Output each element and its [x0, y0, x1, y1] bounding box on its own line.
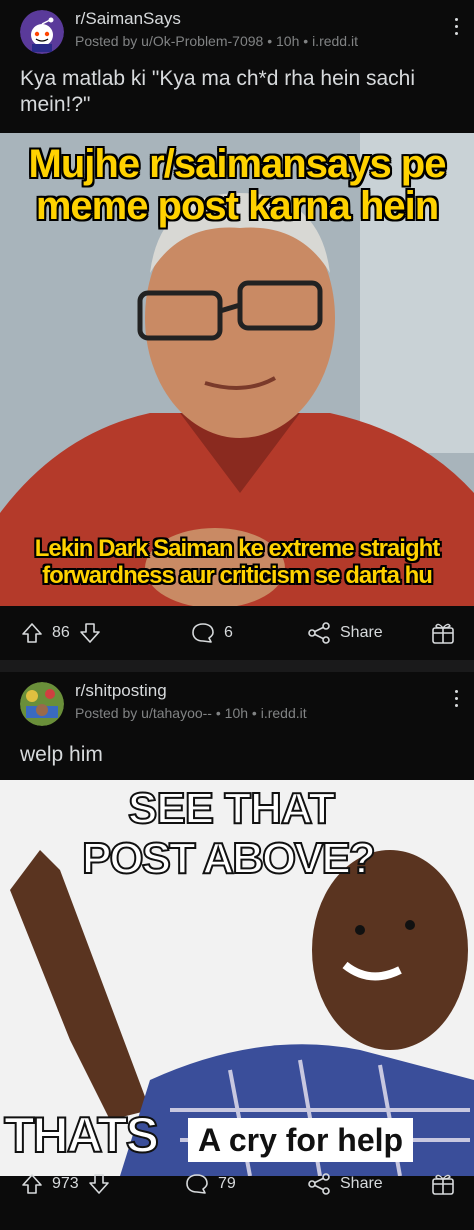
vote-group: 86 — [20, 606, 102, 660]
post-meta: Posted by u/tahayoo-- • 10h • i.redd.it — [75, 705, 307, 721]
meme-bottom-left: THATS — [3, 1106, 160, 1164]
post-title[interactable]: welp him — [20, 742, 103, 768]
award-icon — [430, 620, 456, 646]
meta-separator: • — [303, 33, 313, 49]
meta-separator: • — [267, 33, 277, 49]
post-card[interactable]: r/SaimanSays Posted by u/Ok-Problem-7098… — [0, 0, 474, 660]
subreddit-name[interactable]: r/SaimanSays — [75, 9, 181, 29]
vote-count: 973 — [52, 1175, 79, 1192]
share-icon — [306, 1172, 332, 1196]
meme-top-line2: POST ABOVE? — [81, 833, 377, 884]
comment-button[interactable]: 79 — [184, 1157, 236, 1211]
upvote-icon[interactable] — [20, 1172, 44, 1196]
meta-separator: • — [251, 705, 261, 721]
meme-top-line1: SEE THAT — [127, 783, 336, 834]
upvote-icon[interactable] — [20, 621, 44, 645]
award-button[interactable] — [430, 1157, 456, 1211]
post-author[interactable]: Posted by u/tahayoo-- — [75, 705, 212, 721]
post-header: r/shitposting Posted by u/tahayoo-- • 10… — [0, 672, 474, 728]
comment-icon — [184, 1172, 210, 1196]
vote-group: 973 — [20, 1157, 111, 1211]
comment-icon — [190, 621, 216, 645]
meta-separator: • — [215, 705, 225, 721]
comment-count: 6 — [224, 624, 233, 641]
post-domain[interactable]: i.redd.it — [312, 33, 358, 49]
post-domain[interactable]: i.redd.it — [261, 705, 307, 721]
subreddit-avatar-icon[interactable] — [20, 682, 64, 726]
share-button[interactable]: Share — [306, 1157, 383, 1211]
share-icon — [306, 621, 332, 645]
subreddit-name[interactable]: r/shitposting — [75, 681, 167, 701]
snoo-avatar-icon[interactable] — [20, 10, 64, 54]
post-actions: 86 6 Share — [0, 606, 474, 660]
post-header: r/SaimanSays Posted by u/Ok-Problem-7098… — [0, 0, 474, 56]
share-label: Share — [340, 624, 383, 641]
post-image[interactable]: Mujhe r/saimansays pe meme post karna he… — [0, 133, 474, 606]
award-button[interactable] — [430, 606, 456, 660]
meme-top-text: Mujhe r/saimansays pe meme post karna he… — [28, 142, 447, 228]
post-author[interactable]: Posted by u/Ok-Problem-7098 — [75, 33, 263, 49]
downvote-icon[interactable] — [78, 621, 102, 645]
post-image[interactable]: SEE THAT POST ABOVE? THATS A cry for hel… — [0, 780, 474, 1176]
meme-bottom-right: A cry for help — [188, 1118, 414, 1162]
downvote-icon[interactable] — [87, 1172, 111, 1196]
post-actions: 973 79 Share — [0, 1157, 474, 1211]
feed-divider — [0, 660, 474, 672]
more-options-icon[interactable] — [452, 18, 460, 40]
share-label: Share — [340, 1175, 383, 1192]
meme-bottom-text: Lekin Dark Saiman ke extreme straight fo… — [34, 535, 441, 589]
comment-button[interactable]: 6 — [190, 606, 233, 660]
vote-count: 86 — [52, 624, 70, 641]
award-icon — [430, 1171, 456, 1197]
post-age: 10h — [224, 705, 249, 721]
more-options-icon[interactable] — [452, 690, 460, 712]
post-title[interactable]: Kya matlab ki "Kya ma ch*d rha hein sach… — [20, 66, 440, 118]
post-card[interactable]: r/shitposting Posted by u/tahayoo-- • 10… — [0, 672, 474, 1230]
post-meta: Posted by u/Ok-Problem-7098 • 10h • i.re… — [75, 33, 358, 49]
share-button[interactable]: Share — [306, 606, 383, 660]
post-age: 10h — [276, 33, 300, 49]
comment-count: 79 — [218, 1175, 236, 1192]
